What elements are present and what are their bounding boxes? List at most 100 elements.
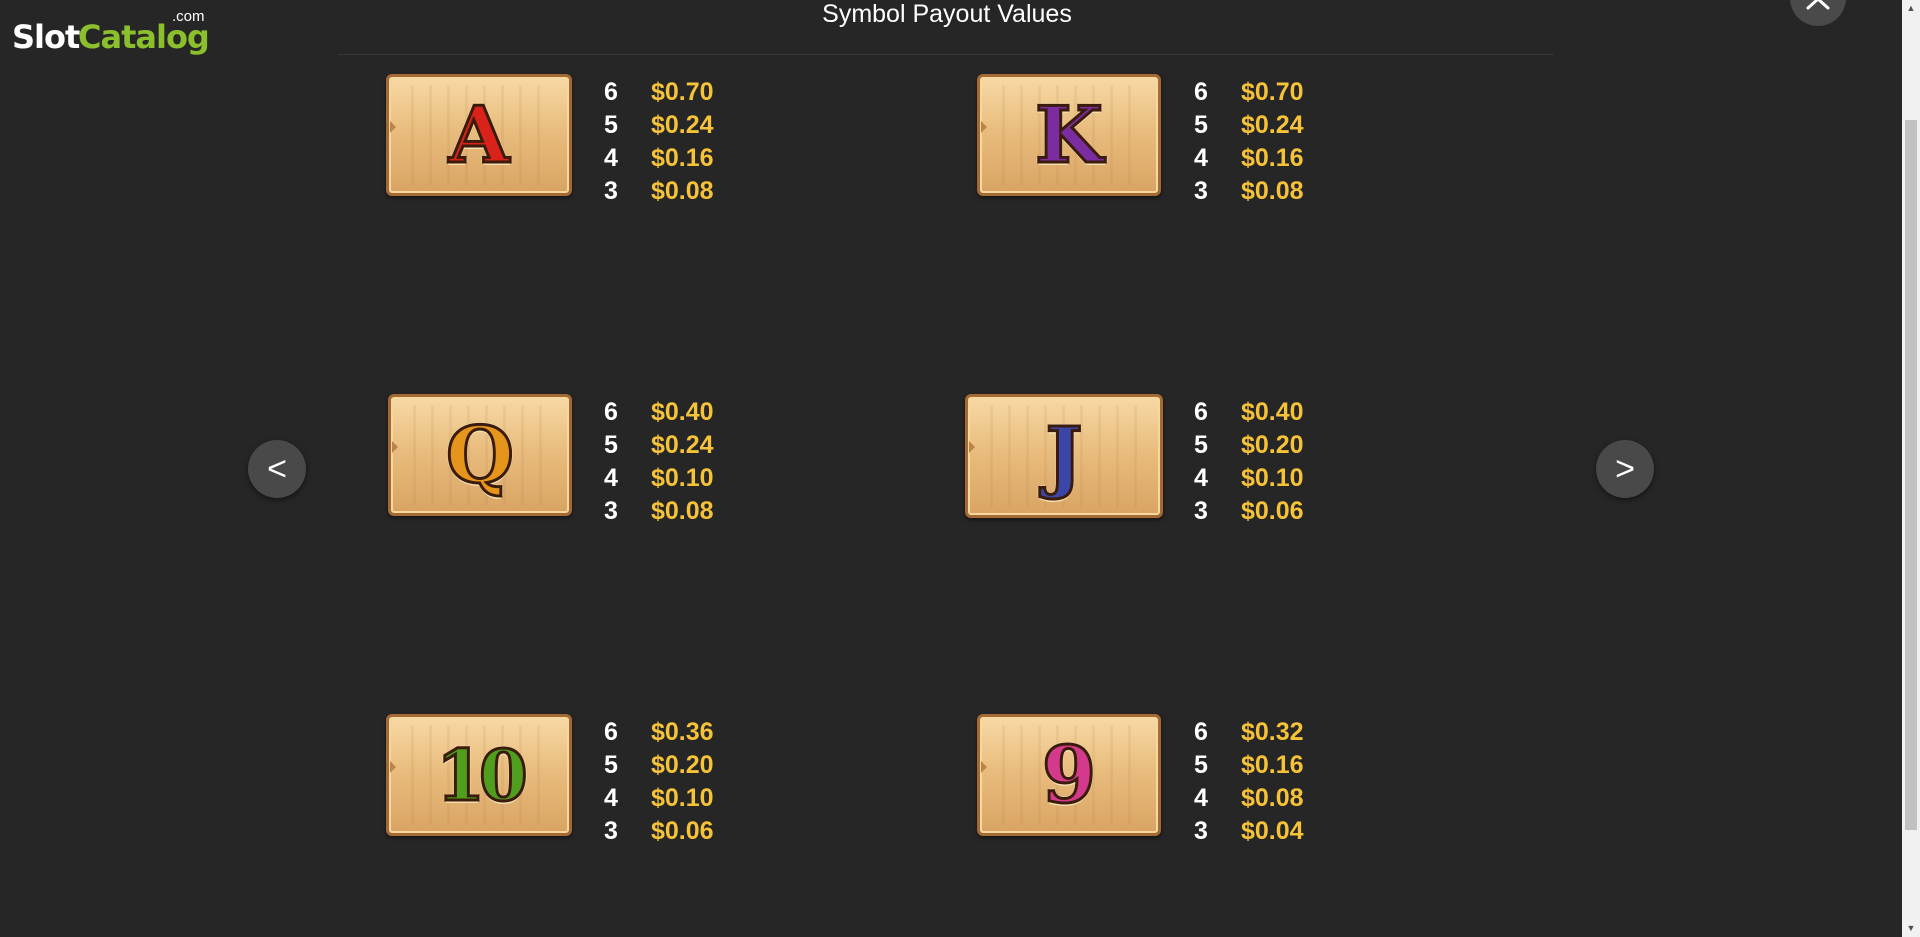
symbol-count: 4 (604, 784, 618, 812)
payout-row: 4 $0.08 (1194, 782, 1304, 815)
payout-value: $0.08 (651, 497, 714, 525)
symbol-count: 5 (1194, 111, 1208, 139)
payout-value: $0.24 (651, 111, 714, 139)
payout-row: 4 $0.10 (1194, 462, 1304, 495)
payout-row: 5 $0.24 (604, 109, 714, 142)
symbol-a-tile: A (386, 74, 572, 196)
scroll-down-arrow-icon[interactable]: ▼ (1902, 920, 1920, 937)
payout-row: 3 $0.06 (1194, 495, 1304, 528)
payout-row: 3 $0.06 (604, 815, 714, 848)
next-page-button[interactable]: > (1596, 440, 1654, 498)
chevron-up-icon (1806, 0, 1830, 10)
symbol-k-glyph: K (1034, 88, 1105, 182)
payout-list: 6 $0.32 5 $0.16 4 $0.08 3 $0.04 (1194, 716, 1304, 848)
payout-value: $0.24 (1241, 111, 1304, 139)
payout-value: $0.04 (1241, 817, 1304, 845)
payout-row: 4 $0.10 (604, 462, 714, 495)
symbol-a-glyph: A (447, 88, 511, 182)
payout-row: 5 $0.24 (604, 429, 714, 462)
payout-row: 6 $0.70 (1194, 76, 1304, 109)
payout-list: 6 $0.36 5 $0.20 4 $0.10 3 $0.06 (604, 716, 714, 848)
payout-value: $0.08 (1241, 784, 1304, 812)
symbol-count: 6 (1194, 78, 1208, 106)
symbol-10-glyph: 10 (435, 732, 529, 818)
payout-row: 4 $0.16 (604, 142, 714, 175)
symbol-count: 5 (604, 431, 618, 459)
symbol-q-tile: Q (388, 394, 572, 516)
symbol-count: 3 (1194, 817, 1208, 845)
symbol-10-tile: 10 (386, 714, 572, 836)
symbol-count: 5 (604, 751, 618, 779)
symbol-count: 3 (1194, 177, 1208, 205)
payout-list: 6 $0.40 5 $0.20 4 $0.10 3 $0.06 (1194, 396, 1304, 528)
symbol-count: 4 (1194, 464, 1208, 492)
symbol-count: 3 (604, 817, 618, 845)
symbol-count: 5 (1194, 751, 1208, 779)
symbol-k-payout: K 6 $0.70 5 $0.24 4 $0.16 3 $0.08 (976, 74, 1396, 205)
symbol-count: 5 (604, 111, 618, 139)
payout-value: $0.32 (1241, 718, 1304, 746)
payout-value: $0.70 (1241, 78, 1304, 106)
symbol-q-payout: Q 6 $0.40 5 $0.24 4 $0.10 3 $0.08 (386, 394, 806, 525)
payout-value: $0.10 (651, 464, 714, 492)
payout-value: $0.70 (651, 78, 714, 106)
payout-row: 6 $0.40 (604, 396, 714, 429)
symbol-count: 3 (604, 497, 618, 525)
payout-row: 6 $0.32 (1194, 716, 1304, 749)
payout-value: $0.40 (1241, 398, 1304, 426)
symbol-9-tile: 9 (977, 714, 1161, 836)
payout-value: $0.08 (651, 177, 714, 205)
payout-list: 6 $0.40 5 $0.24 4 $0.10 3 $0.08 (604, 396, 714, 528)
symbol-count: 5 (1194, 431, 1208, 459)
paytable-page: Slot Catalog .com Symbol Payout Values <… (0, 0, 1920, 937)
title-divider (338, 54, 1554, 55)
symbol-count: 4 (1194, 144, 1208, 172)
symbol-a-payout: A 6 $0.70 5 $0.24 4 $0.16 3 $0.08 (386, 74, 806, 205)
payout-row: 6 $0.70 (604, 76, 714, 109)
vertical-scrollbar[interactable]: ▲ ▼ (1902, 0, 1920, 937)
payout-row: 3 $0.08 (604, 175, 714, 208)
symbol-count: 6 (1194, 718, 1208, 746)
symbol-count: 6 (604, 398, 618, 426)
payout-list: 6 $0.70 5 $0.24 4 $0.16 3 $0.08 (604, 76, 714, 208)
payout-value: $0.20 (651, 751, 714, 779)
symbol-j-tile: J (965, 394, 1163, 518)
symbol-9-payout: 9 6 $0.32 5 $0.16 4 $0.08 3 $0.04 (976, 714, 1396, 845)
payout-value: $0.40 (651, 398, 714, 426)
symbol-j-payout: J 6 $0.40 5 $0.20 4 $0.10 3 $0.06 (964, 394, 1384, 525)
payout-value: $0.08 (1241, 177, 1304, 205)
payout-row: 4 $0.16 (1194, 142, 1304, 175)
previous-page-button[interactable]: < (248, 440, 306, 498)
payout-row: 3 $0.04 (1194, 815, 1304, 848)
symbol-j-glyph: J (1044, 409, 1084, 503)
symbol-k-tile: K (977, 74, 1161, 196)
payout-value: $0.06 (651, 817, 714, 845)
payout-row: 4 $0.10 (604, 782, 714, 815)
scrollbar-thumb[interactable] (1905, 120, 1917, 830)
payout-value: $0.10 (651, 784, 714, 812)
symbol-10-payout: 10 6 $0.36 5 $0.20 4 $0.10 3 $0.06 (386, 714, 806, 845)
payout-value: $0.16 (651, 144, 714, 172)
payout-value: $0.36 (651, 718, 714, 746)
symbol-count: 6 (604, 78, 618, 106)
payout-list: 6 $0.70 5 $0.24 4 $0.16 3 $0.08 (1194, 76, 1304, 208)
payout-value: $0.24 (651, 431, 714, 459)
payout-row: 5 $0.16 (1194, 749, 1304, 782)
symbol-count: 4 (604, 464, 618, 492)
payout-row: 5 $0.20 (604, 749, 714, 782)
symbol-count: 3 (1194, 497, 1208, 525)
payout-row: 3 $0.08 (1194, 175, 1304, 208)
symbol-q-glyph: Q (445, 408, 516, 502)
payout-row: 6 $0.36 (604, 716, 714, 749)
symbol-count: 4 (1194, 784, 1208, 812)
payout-value: $0.20 (1241, 431, 1304, 459)
payout-value: $0.10 (1241, 464, 1304, 492)
scroll-up-arrow-icon[interactable]: ▲ (1902, 0, 1920, 17)
symbol-count: 3 (604, 177, 618, 205)
symbol-count: 6 (1194, 398, 1208, 426)
symbol-9-glyph: 9 (1040, 728, 1097, 822)
payout-value: $0.16 (1241, 144, 1304, 172)
payout-value: $0.16 (1241, 751, 1304, 779)
payout-row: 6 $0.40 (1194, 396, 1304, 429)
payout-value: $0.06 (1241, 497, 1304, 525)
